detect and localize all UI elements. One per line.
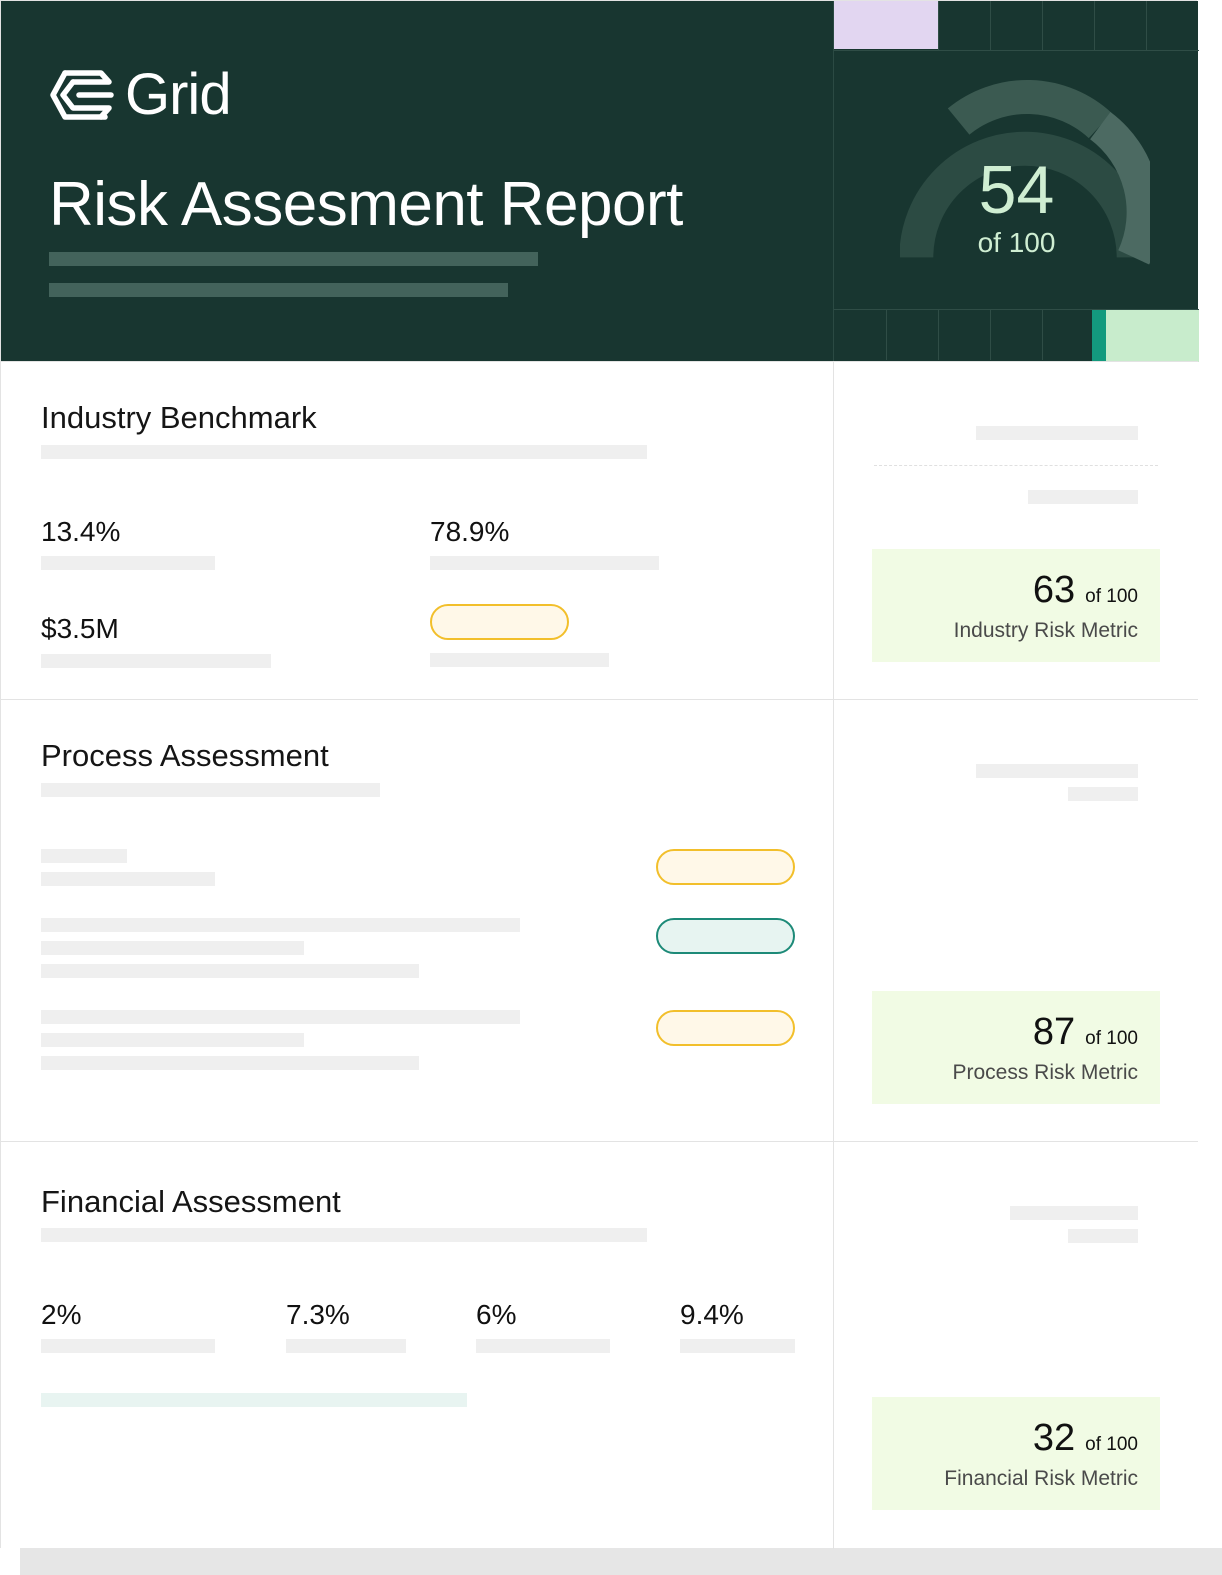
- overall-score-value: 54: [978, 152, 1055, 228]
- benchmark-stat: 78.9%: [430, 516, 510, 547]
- decorative-grid-bottom: [834, 309, 1199, 362]
- benchmark-stat: 13.4%: [41, 516, 121, 547]
- section-title: Industry Benchmark: [41, 400, 317, 435]
- metric-score: 32: [1032, 1417, 1076, 1459]
- industry-risk-metric-card: 63 of 100 Industry Risk Metric: [872, 549, 1160, 662]
- metric-label: Industry Risk Metric: [953, 619, 1138, 642]
- metric-label: Process Risk Metric: [952, 1061, 1138, 1084]
- status-pill: [656, 1010, 795, 1046]
- process-risk-metric-card: 87 of 100 Process Risk Metric: [872, 991, 1160, 1104]
- industry-benchmark-section: Industry Benchmark 13.4% 78.9% $3.5M 63 …: [1, 361, 1198, 699]
- status-pill: [656, 918, 795, 954]
- mint-block: [1106, 310, 1199, 362]
- overall-score-of: of 100: [977, 227, 1056, 258]
- metric-of: of 100: [1085, 1434, 1138, 1455]
- financial-stat: 2%: [41, 1299, 82, 1330]
- financial-stat: 9.4%: [680, 1299, 744, 1330]
- metric-score: 63: [1032, 569, 1076, 611]
- financial-assessment-section: Financial Assessment 2% 7.3% 6% 9.4% 32 …: [1, 1141, 1198, 1549]
- report-title: Risk Assesment Report: [49, 170, 683, 239]
- decorative-grid-top: [834, 1, 1199, 51]
- risk-report-page: Grid Risk Assesment Report 54 of 100 Ind…: [0, 0, 1199, 1549]
- brand-name: Grid: [125, 62, 232, 127]
- metric-score: 87: [1032, 1011, 1076, 1053]
- metric-of: of 100: [1085, 586, 1138, 607]
- status-pill: [430, 604, 569, 640]
- teal-block: [1092, 310, 1106, 362]
- lavender-block: [834, 1, 938, 49]
- subtitle-placeholder: [49, 252, 538, 266]
- section-title: Financial Assessment: [41, 1184, 341, 1219]
- report-header: Grid Risk Assesment Report: [1, 1, 833, 361]
- metric-label: Financial Risk Metric: [944, 1467, 1138, 1490]
- overall-score-panel: 54 of 100: [833, 1, 1199, 362]
- financial-risk-metric-card: 32 of 100 Financial Risk Metric: [872, 1397, 1160, 1510]
- page-shadow: [20, 1548, 1222, 1575]
- brand-logo: Grid: [49, 62, 232, 127]
- financial-stat: 7.3%: [286, 1299, 350, 1330]
- metric-of: of 100: [1085, 1028, 1138, 1049]
- financial-stat: 6%: [476, 1299, 517, 1330]
- section-title: Process Assessment: [41, 738, 329, 773]
- benchmark-stat: $3.5M: [41, 613, 119, 644]
- process-assessment-section: Process Assessment 87 of 100 Process Ris…: [1, 699, 1198, 1141]
- progress-bar-placeholder: [41, 1393, 467, 1407]
- grid-logo-icon: [50, 70, 114, 120]
- status-pill: [656, 849, 795, 885]
- subtitle-placeholder: [49, 283, 508, 297]
